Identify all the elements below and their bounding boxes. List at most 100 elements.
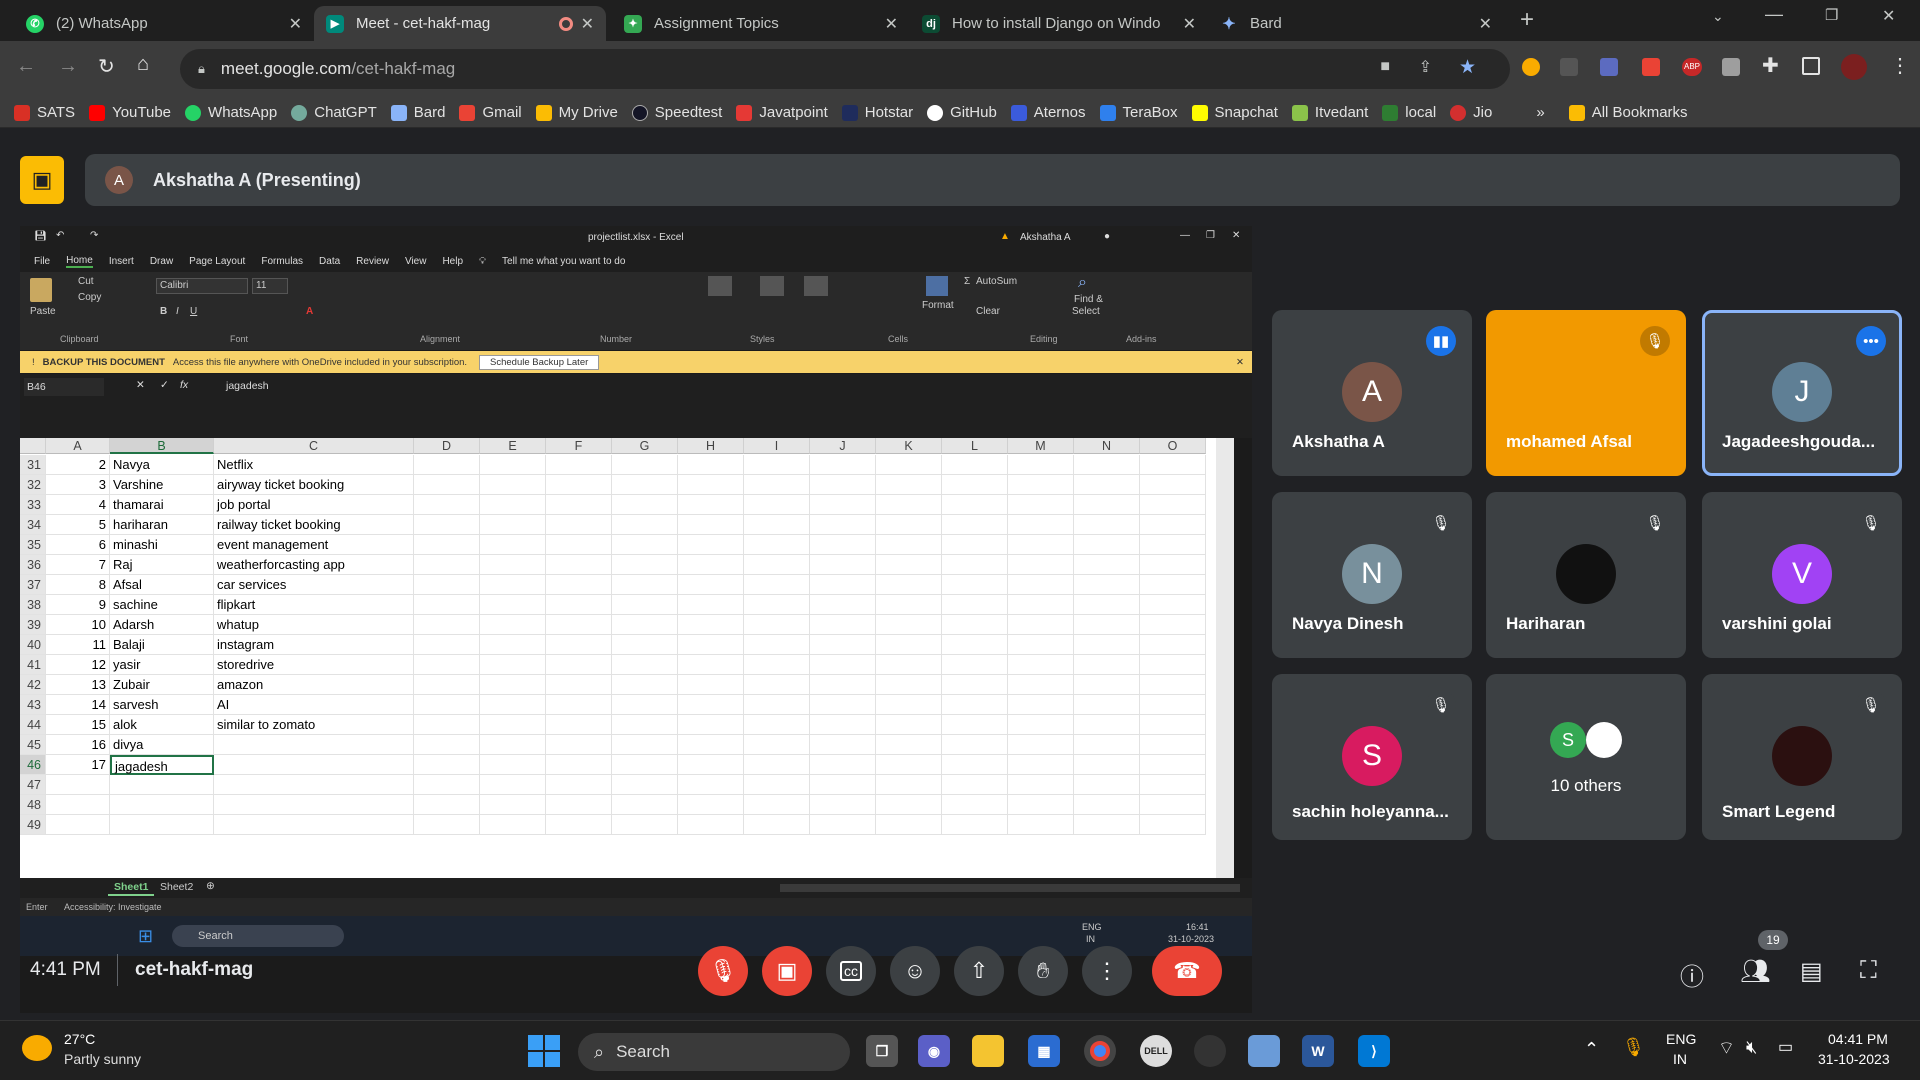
table-cell[interactable] <box>214 755 414 775</box>
menu-file[interactable]: File <box>34 256 50 267</box>
column-header-g[interactable]: G <box>612 438 678 454</box>
menu-insert[interactable]: Insert <box>109 256 134 267</box>
table-cell[interactable] <box>876 795 942 815</box>
table-cell[interactable] <box>546 615 612 635</box>
table-cell[interactable]: Raj <box>110 555 214 575</box>
table-cell[interactable] <box>414 595 480 615</box>
table-cell[interactable] <box>480 455 546 475</box>
table-cell[interactable] <box>546 715 612 735</box>
table-cell[interactable] <box>942 735 1008 755</box>
weather-temp[interactable]: 27°C <box>64 1031 95 1047</box>
table-cell[interactable] <box>1140 495 1206 515</box>
taskbar-search[interactable]: ⌕ Search <box>578 1033 850 1071</box>
table-cell[interactable] <box>810 795 876 815</box>
user-avatar[interactable]: ● <box>1104 231 1110 242</box>
table-cell[interactable] <box>1074 775 1140 795</box>
table-cell[interactable] <box>1140 635 1206 655</box>
table-cell[interactable] <box>744 615 810 635</box>
table-cell[interactable] <box>1074 555 1140 575</box>
column-header-a[interactable]: A <box>46 438 110 454</box>
table-cell[interactable] <box>810 575 876 595</box>
table-cell[interactable] <box>546 675 612 695</box>
participant-tile[interactable]: Ssachin holeyanna... 🎙︎ <box>1272 674 1472 840</box>
table-cell[interactable] <box>810 455 876 475</box>
row-header[interactable]: 37 <box>20 575 46 595</box>
microphone-icon[interactable]: 🎙︎ <box>1622 1037 1645 1058</box>
table-cell[interactable] <box>110 775 214 795</box>
table-cell[interactable] <box>810 775 876 795</box>
table-cell[interactable] <box>810 515 876 535</box>
table-cell[interactable] <box>810 615 876 635</box>
table-cell[interactable] <box>1008 455 1074 475</box>
new-tab-button[interactable]: + <box>1520 6 1534 34</box>
column-header-b[interactable]: B <box>110 438 214 454</box>
present-button[interactable]: ⇧ <box>954 946 1004 996</box>
table-cell[interactable] <box>480 555 546 575</box>
table-cell[interactable]: 2 <box>46 455 110 475</box>
table-cell[interactable] <box>1074 595 1140 615</box>
table-cell[interactable] <box>214 795 414 815</box>
function-icon[interactable]: fx <box>180 379 188 391</box>
table-cell[interactable]: event management <box>214 535 414 555</box>
table-cell[interactable] <box>810 755 876 775</box>
close-icon[interactable]: ✕ <box>581 14 594 34</box>
table-cell[interactable] <box>1008 495 1074 515</box>
table-cell[interactable] <box>1140 615 1206 635</box>
table-cell[interactable] <box>612 715 678 735</box>
table-cell[interactable]: Afsal <box>110 575 214 595</box>
table-cell[interactable] <box>110 815 214 835</box>
minimize-button[interactable]: — <box>1765 4 1783 25</box>
table-cell[interactable] <box>414 815 480 835</box>
table-cell[interactable] <box>214 815 414 835</box>
table-cell[interactable] <box>876 655 942 675</box>
adblock-icon[interactable]: ABP <box>1682 58 1702 76</box>
table-cell[interactable] <box>678 495 744 515</box>
row-header[interactable]: 33 <box>20 495 46 515</box>
menu-home[interactable]: Home <box>66 255 93 268</box>
table-cell[interactable] <box>1008 735 1074 755</box>
table-cell[interactable]: 9 <box>46 595 110 615</box>
table-cell[interactable]: airyway ticket booking <box>214 475 414 495</box>
sheet-tab-sheet1[interactable]: Sheet1 <box>108 880 155 896</box>
table-cell[interactable] <box>1140 775 1206 795</box>
extension-icon[interactable] <box>1722 58 1740 76</box>
table-cell[interactable]: Netflix <box>214 455 414 475</box>
activities-button[interactable]: ⛶ <box>1860 957 1877 985</box>
table-cell[interactable] <box>1074 675 1140 695</box>
table-cell[interactable] <box>810 655 876 675</box>
table-cell[interactable] <box>546 755 612 775</box>
meeting-details-button[interactable]: ⓘ <box>1680 957 1704 992</box>
tell-me-input[interactable]: Tell me what you want to do <box>502 256 625 267</box>
table-cell[interactable] <box>678 515 744 535</box>
table-cell[interactable] <box>1140 695 1206 715</box>
forward-button[interactable]: → <box>58 55 78 78</box>
table-cell[interactable] <box>942 595 1008 615</box>
table-cell[interactable] <box>678 635 744 655</box>
table-cell[interactable] <box>1074 695 1140 715</box>
save-icon[interactable]: 💾︎ <box>34 231 47 242</box>
table-cell[interactable] <box>480 535 546 555</box>
more-options-button[interactable]: ⋮ <box>1082 946 1132 996</box>
column-header-f[interactable]: F <box>546 438 612 454</box>
participant-tile[interactable]: S 10 others <box>1486 674 1686 840</box>
table-cell[interactable] <box>876 815 942 835</box>
table-cell[interactable] <box>810 715 876 735</box>
find-button[interactable]: Find & <box>1074 294 1103 305</box>
table-cell[interactable] <box>744 695 810 715</box>
format-table-icon[interactable] <box>760 276 784 296</box>
table-cell[interactable] <box>678 735 744 755</box>
table-cell[interactable] <box>414 535 480 555</box>
table-cell[interactable] <box>876 635 942 655</box>
table-cell[interactable] <box>876 675 942 695</box>
table-cell[interactable] <box>942 635 1008 655</box>
weather-desc[interactable]: Partly sunny <box>64 1051 141 1067</box>
table-cell[interactable] <box>1008 715 1074 735</box>
vertical-scrollbar[interactable] <box>1216 438 1234 878</box>
maximize-button[interactable]: ❐ <box>1206 230 1215 241</box>
wifi-icon[interactable]: ⌔ <box>1718 1037 1735 1060</box>
table-cell[interactable]: 10 <box>46 615 110 635</box>
table-cell[interactable] <box>744 715 810 735</box>
table-cell[interactable] <box>414 575 480 595</box>
table-cell[interactable] <box>876 455 942 475</box>
table-cell[interactable] <box>876 555 942 575</box>
